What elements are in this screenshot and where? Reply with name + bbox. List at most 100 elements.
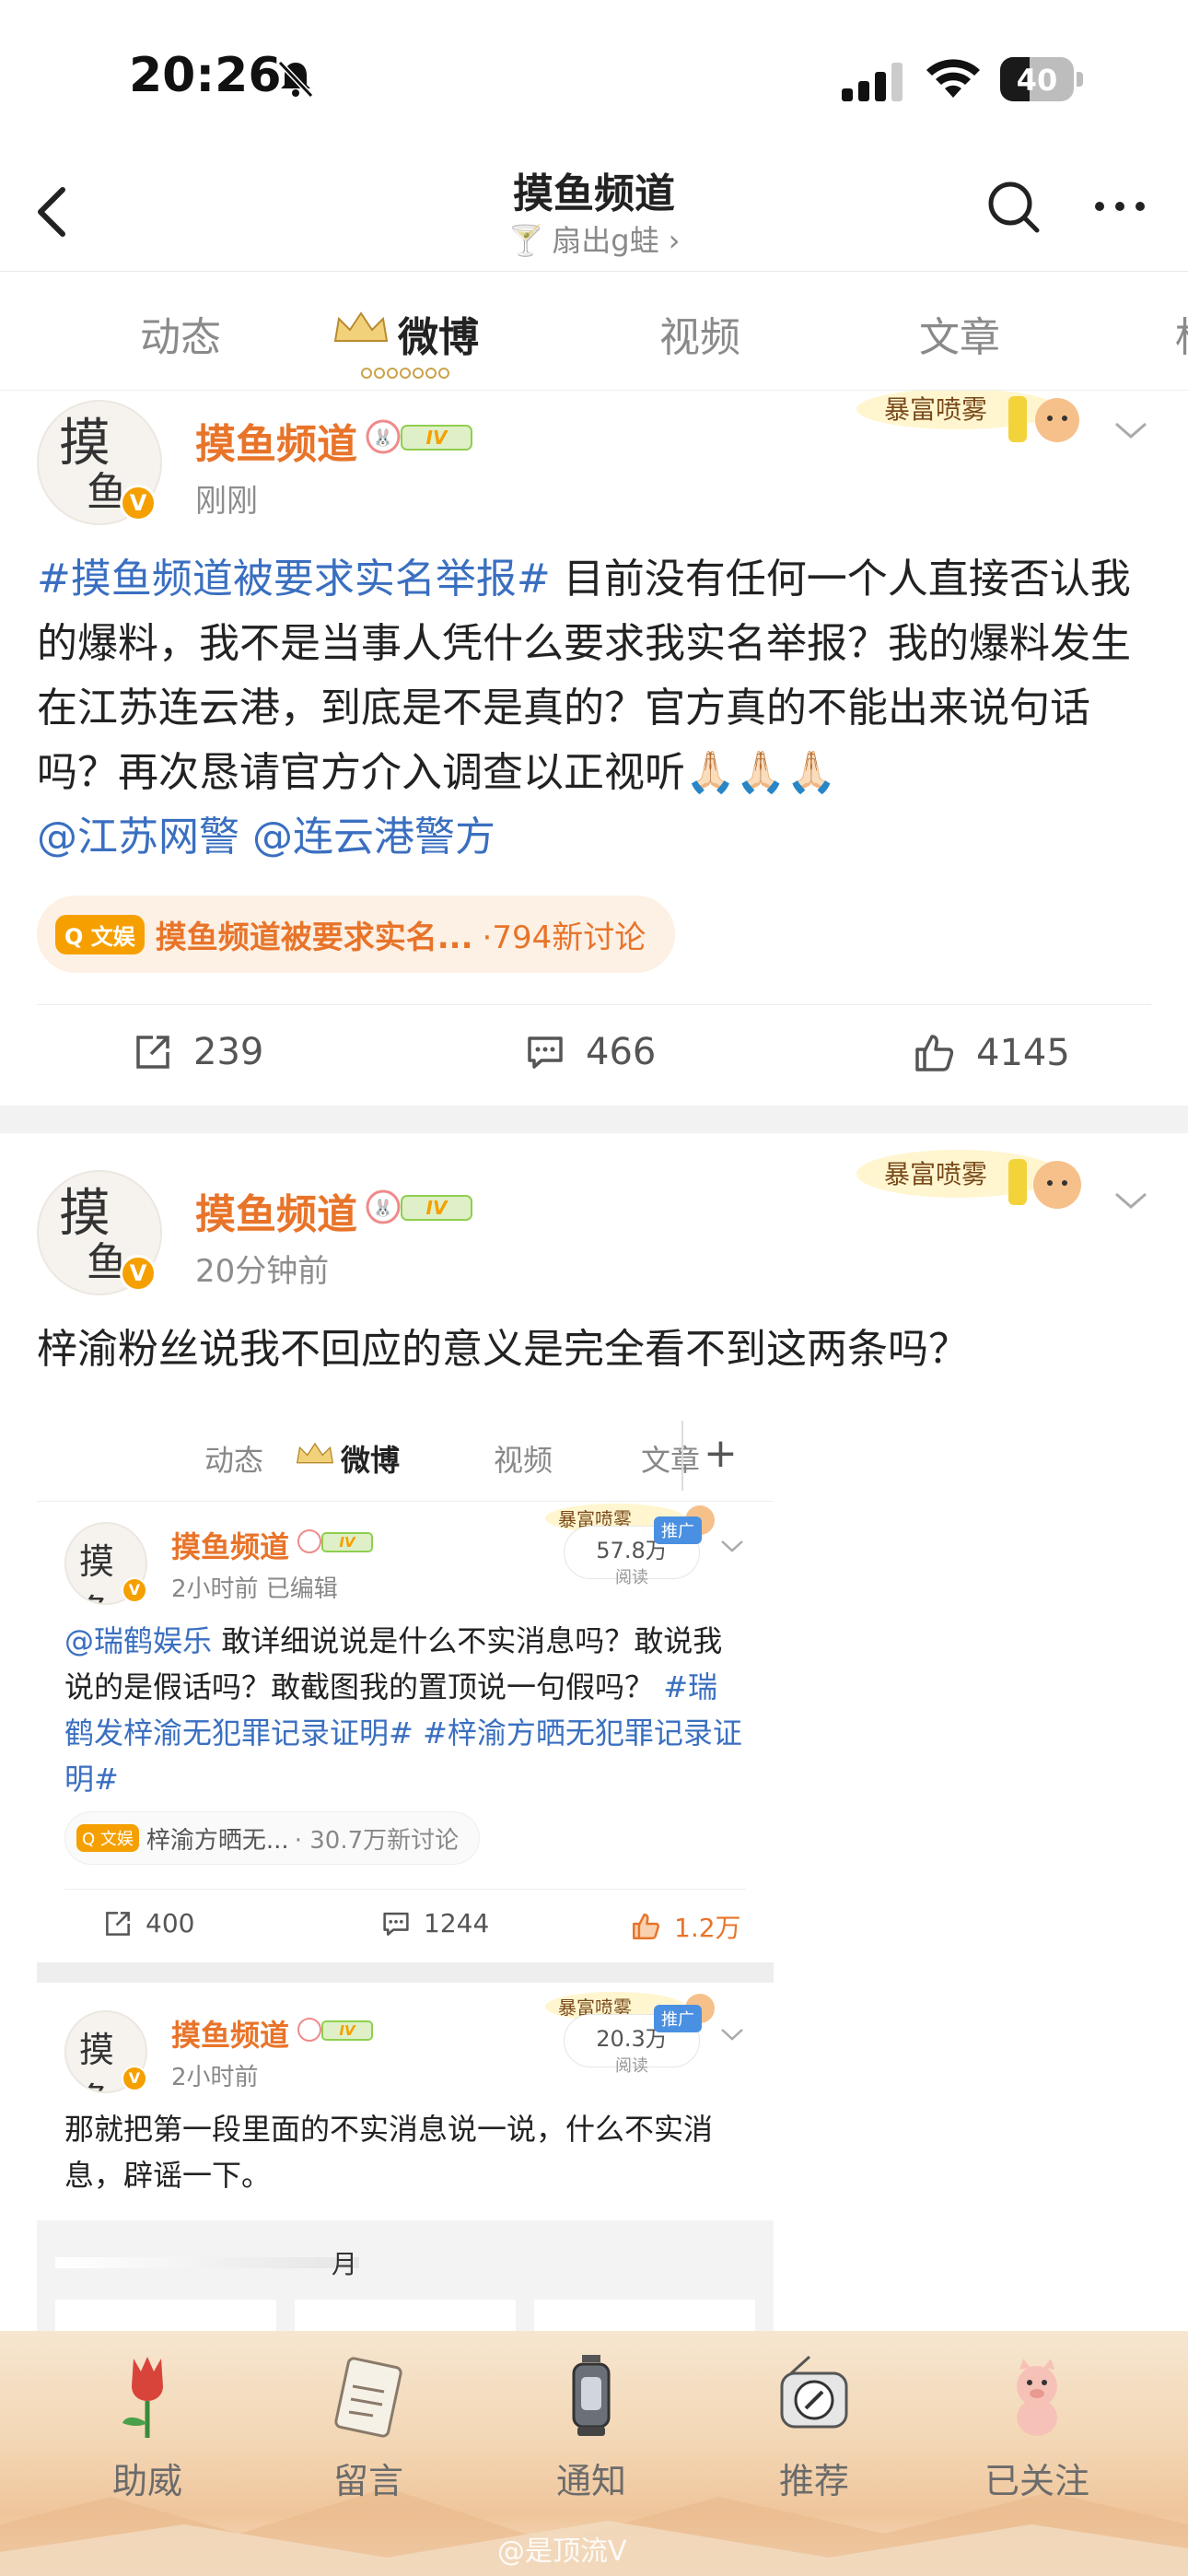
author-name[interactable]: 摸鱼频道 [195,1181,357,1240]
bottom-cheer[interactable]: 助威 [74,2349,221,2503]
mention-link[interactable]: @连云港警方 [252,814,495,861]
member-level-text: IV [426,1197,448,1219]
decor-sticker-icon: 暴富喷雾 [856,1150,1081,1209]
chevron-down-icon [721,2029,743,2041]
search-icon: Q [64,923,84,950]
watermark-text: @是顶流V [497,2535,627,2568]
bottom-following[interactable]: 已关注 [963,2349,1111,2503]
tab-article[interactable]: 文章 [919,304,1000,363]
member-level-text: IV [426,427,448,449]
hashtag-link[interactable]: #摸鱼频道被要求实名举报# [37,556,551,603]
member-level-text: IV [339,1534,356,1551]
radio-icon [780,2355,848,2429]
search-icon: Q [82,1830,96,1849]
status-time: 20:26 [129,48,282,103]
promo-badge: 推广 [654,1516,702,1544]
decor-text: 暴富喷雾 [884,394,987,425]
image-tab-dynamic: 动态 [204,1443,264,1478]
post-time: 20分钟前 [195,1253,330,1290]
read-label: 阅读 [615,1568,648,1587]
search-icon[interactable] [984,177,1044,238]
repost-icon [106,1911,130,1936]
like-button[interactable]: 4145 [912,1031,1070,1075]
repost-button[interactable]: 239 [133,1031,263,1073]
post-card: 摸鱼 V 摸鱼频道 🐰 IV 刚刚 暴富喷雾 #摸鱼频道被要求实名举报# 目前没… [0,391,1188,1106]
chevron-down-icon [721,1540,743,1552]
image-like: 1.2万 [630,1908,741,1945]
attached-image[interactable]: 动态 微博 视频 文章 + 摸鱼 V 摸鱼频道 IV 2小时前 已编辑 暴富喷雾… [37,1410,774,2331]
topic-name: 摸鱼频道被要求实名... [155,919,473,956]
promo-badge: 推广 [654,2005,702,2032]
comment-count: 466 [586,1031,657,1073]
post-actions: 239 466 4145 [37,1004,1151,1106]
battery-level: 40 [1016,63,1058,98]
bottom-recommend[interactable]: 推荐 [740,2349,888,2503]
tab-dynamic[interactable]: 动态 [140,304,221,363]
repost-icon [136,1036,169,1069]
comment-icon [528,1036,563,1069]
tab-partial[interactable]: 标 [1175,304,1188,363]
tab-active-indicator [361,368,449,379]
image-post-actions: 400 1244 1.2万 [64,1889,746,1962]
cellular-signal-icon [842,63,903,101]
image-repost: 400 [103,1908,194,1938]
image-topic-chip: Q 文娱 梓渝方晒无... · 30.7万新讨论 [64,1811,481,1865]
image-post-time: 2小时前 已编辑 [171,1575,338,1603]
bottom-notify[interactable]: 通知 [518,2349,665,2503]
tab-video[interactable]: 视频 [659,304,740,363]
topic-name: 梓渝方晒无... [146,1826,289,1855]
notepad-icon [334,2357,402,2438]
more-icon[interactable] [1092,195,1147,217]
thumbs-up-icon [633,1914,659,1939]
topic-category-badge: Q 文娱 [55,914,145,954]
member-level-badge-icon: 🐰 IV [366,419,472,454]
trophy-icon: 🍸 [507,223,545,258]
bottom-message[interactable]: 留言 [295,2349,442,2503]
image-partial-text: 月 [332,2249,358,2279]
svg-text:🐰: 🐰 [373,427,393,448]
topic-category-badge: Q 文娱 [76,1824,139,1852]
read-label: 阅读 [615,2056,648,2076]
verified-badge-icon: V [122,2066,147,2091]
post-text: 梓渝粉丝说我不回应的意义是完全看不到这两条吗？ [37,1326,969,1373]
image-tab-separator [681,1421,683,1491]
decor-text: 暴富喷雾 [884,1159,987,1189]
repost-count: 400 [146,1908,195,1938]
like-count: 1.2万 [674,1913,741,1943]
topic-count: ·794新讨论 [482,919,646,956]
image-tab-article: 文章 [641,1443,701,1478]
svg-text:🐰: 🐰 [373,1198,393,1218]
comment-icon [383,1912,409,1936]
profile-tabs: 动态 微博 视频 文章 标 [0,273,1188,391]
battery-icon: 40 [1000,57,1083,101]
chevron-down-icon[interactable] [1111,416,1151,442]
wifi-icon [926,59,980,98]
image-post-text: 那就把第一段里面的不实消息说一说，什么不实消息，辟谣一下。 [64,2112,714,2193]
image-comment: 1244 [381,1908,489,1938]
author-name[interactable]: 摸鱼频道 [195,411,357,470]
thumbs-up-icon [915,1035,954,1071]
image-photo-strip: 月 [37,2220,774,2331]
member-level-badge-icon: IV [297,1529,373,1553]
verified-badge-icon: V [120,1255,157,1292]
post-divider [0,1106,1188,1133]
post-time: 刚刚 [195,483,258,520]
like-count: 4145 [976,1032,1070,1074]
tab-weibo[interactable]: 微博 [398,304,479,363]
tulip-icon [122,2357,163,2438]
image-tab-video: 视频 [494,1443,553,1478]
comment-button[interactable]: 466 [525,1031,656,1073]
topic-chip[interactable]: Q 文娱 摸鱼频道被要求实名... ·794新讨论 [37,896,676,973]
image-author-name: 摸鱼频道 [171,2018,290,2053]
image-post-text: @瑞鹤娱乐 敢详细说说是什么不实消息吗？敢说我说的是假话吗？敢截图我的置顶说一句… [64,1623,742,1797]
mention-link[interactable]: @江苏网警 [37,814,239,861]
post-text: #摸鱼频道被要求实名举报# 目前没有任何一个人直接否认我的爆料，我不是当事人凭什… [37,556,1131,861]
member-level-badge-icon: IV [297,2018,373,2042]
piggy-icon [1017,2359,1057,2436]
chevron-down-icon[interactable] [1111,1187,1151,1212]
verified-badge-icon: V [122,1577,147,1603]
bell-muted-icon [277,60,314,99]
decor-sticker-icon: 暴富喷雾 [856,391,1079,442]
image-post-time: 2小时前 [171,2064,259,2091]
image-author-name: 摸鱼频道 [171,1529,290,1564]
